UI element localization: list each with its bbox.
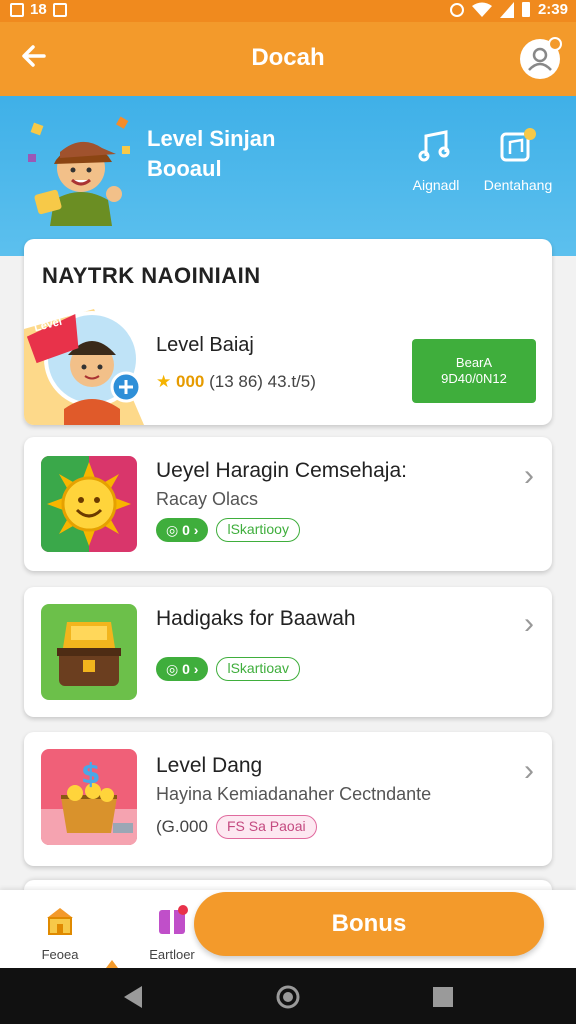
coin-pill-value: 0 — [182, 522, 190, 538]
coin-pill-value: 0 — [182, 661, 190, 677]
chevron-right-icon: › — [524, 607, 534, 640]
nav-active-indicator — [106, 960, 118, 968]
reward-value: (G.000 — [156, 817, 208, 836]
claim-button-line1: BearA — [455, 355, 493, 370]
music-note-icon — [418, 130, 450, 162]
reward-tag: FS Sa Paoai — [215, 815, 317, 839]
banner-title-line2: Booaul — [147, 156, 222, 181]
signal-icon — [499, 1, 514, 18]
character-illustration-icon — [28, 116, 130, 226]
level-stats: ★ 000 (13 86) 43.t/5) — [156, 372, 316, 392]
system-nav-bar — [0, 968, 576, 1024]
notification-icon — [10, 2, 24, 17]
claim-button-line2: 9D40/0N12 — [441, 371, 507, 386]
nav-item-label: Feoea — [41, 947, 79, 962]
level-stats-detail: (13 86) 43.t/5) — [209, 372, 316, 391]
reward-card[interactable]: $ Level Dang Hayina Kemiadanaher Cectnda… — [24, 732, 552, 866]
banner-title-line1: Level Sinjan — [147, 126, 276, 151]
money-basket-icon: $ — [41, 749, 137, 845]
svg-text:$: $ — [81, 757, 100, 790]
reward-pills: ◎ 0 › lSkartioav — [156, 657, 300, 681]
reward-tag: lSkartioav — [216, 657, 300, 681]
reward-card[interactable]: Ueyel Haragin Cemsehaja: Racay Olacs ◎ 0… — [24, 437, 552, 571]
star-icon: ★ — [156, 372, 172, 391]
gift-box-icon — [159, 905, 188, 934]
app-bar: Docah — [0, 22, 576, 96]
reward-subtitle: Racay Olacs — [156, 489, 259, 509]
nav-item-label: Eartloer — [149, 947, 195, 962]
banner-action-download[interactable]: Dentahang — [470, 126, 566, 193]
alarm-icon — [449, 2, 464, 17]
page-title: Docah — [251, 44, 325, 71]
reward-pills: (G.000 FS Sa Paoai — [156, 815, 317, 839]
reward-title: Level Dang — [156, 754, 263, 777]
coin-pill: ◎ 0 › — [156, 518, 209, 542]
system-home-icon[interactable] — [275, 984, 301, 1010]
sun-face-icon — [41, 456, 137, 552]
coin-icon: ◎ — [166, 522, 179, 538]
section-title: NAYTRK NAOINIAIN — [42, 263, 261, 288]
chevron-right-icon: › — [524, 754, 534, 787]
message-icon — [52, 2, 67, 17]
status-bar: 18 2:39 — [0, 0, 576, 22]
level-banner: Level Sinjan Booaul Aignadl Dentahang — [0, 96, 576, 256]
level-name: Level Baiaj — [156, 334, 254, 356]
reward-card[interactable]: Hadigaks for Baawah ◎ 0 › lSkartioav › — [24, 587, 552, 717]
reward-title: Hadigaks for Baawah — [156, 607, 356, 630]
shop-icon — [47, 908, 73, 935]
chevron-right-icon: › — [524, 459, 534, 492]
level-points: 000 — [175, 372, 205, 391]
reward-pills: ◎ 0 › lSkartiooy — [156, 518, 300, 542]
music-notes-badge-icon — [500, 128, 536, 162]
reward-tag: lSkartiooy — [216, 518, 300, 542]
system-back-icon[interactable] — [120, 984, 146, 1010]
bonus-button[interactable]: Bonus — [194, 892, 544, 956]
banner-title: Level Sinjan Booaul — [147, 124, 347, 184]
reward-subtitle: Hayina Kemiadanaher Cectndante — [156, 784, 432, 804]
coin-icon: ◎ — [166, 661, 179, 677]
reward-title: Ueyel Haragin Cemsehaja: — [156, 459, 407, 482]
status-time: 2:39 — [537, 1, 568, 18]
level-section-card: NAYTRK NAOINIAIN Level Level Baiaj ★ 000… — [24, 239, 552, 425]
battery-icon — [521, 2, 530, 17]
system-recents-icon[interactable] — [430, 984, 456, 1010]
banner-action-label: Dentahang — [483, 177, 553, 193]
profile-button[interactable] — [520, 37, 562, 79]
notification-badge — [548, 37, 562, 51]
status-left-text: 18 — [30, 1, 47, 18]
nav-item-shop[interactable]: Feoea — [20, 904, 100, 962]
coin-pill: ◎ 0 › — [156, 657, 209, 681]
claim-button[interactable]: BearA 9D40/0N12 — [412, 339, 536, 403]
wifi-icon — [471, 2, 492, 17]
treasure-chest-icon — [41, 604, 137, 700]
